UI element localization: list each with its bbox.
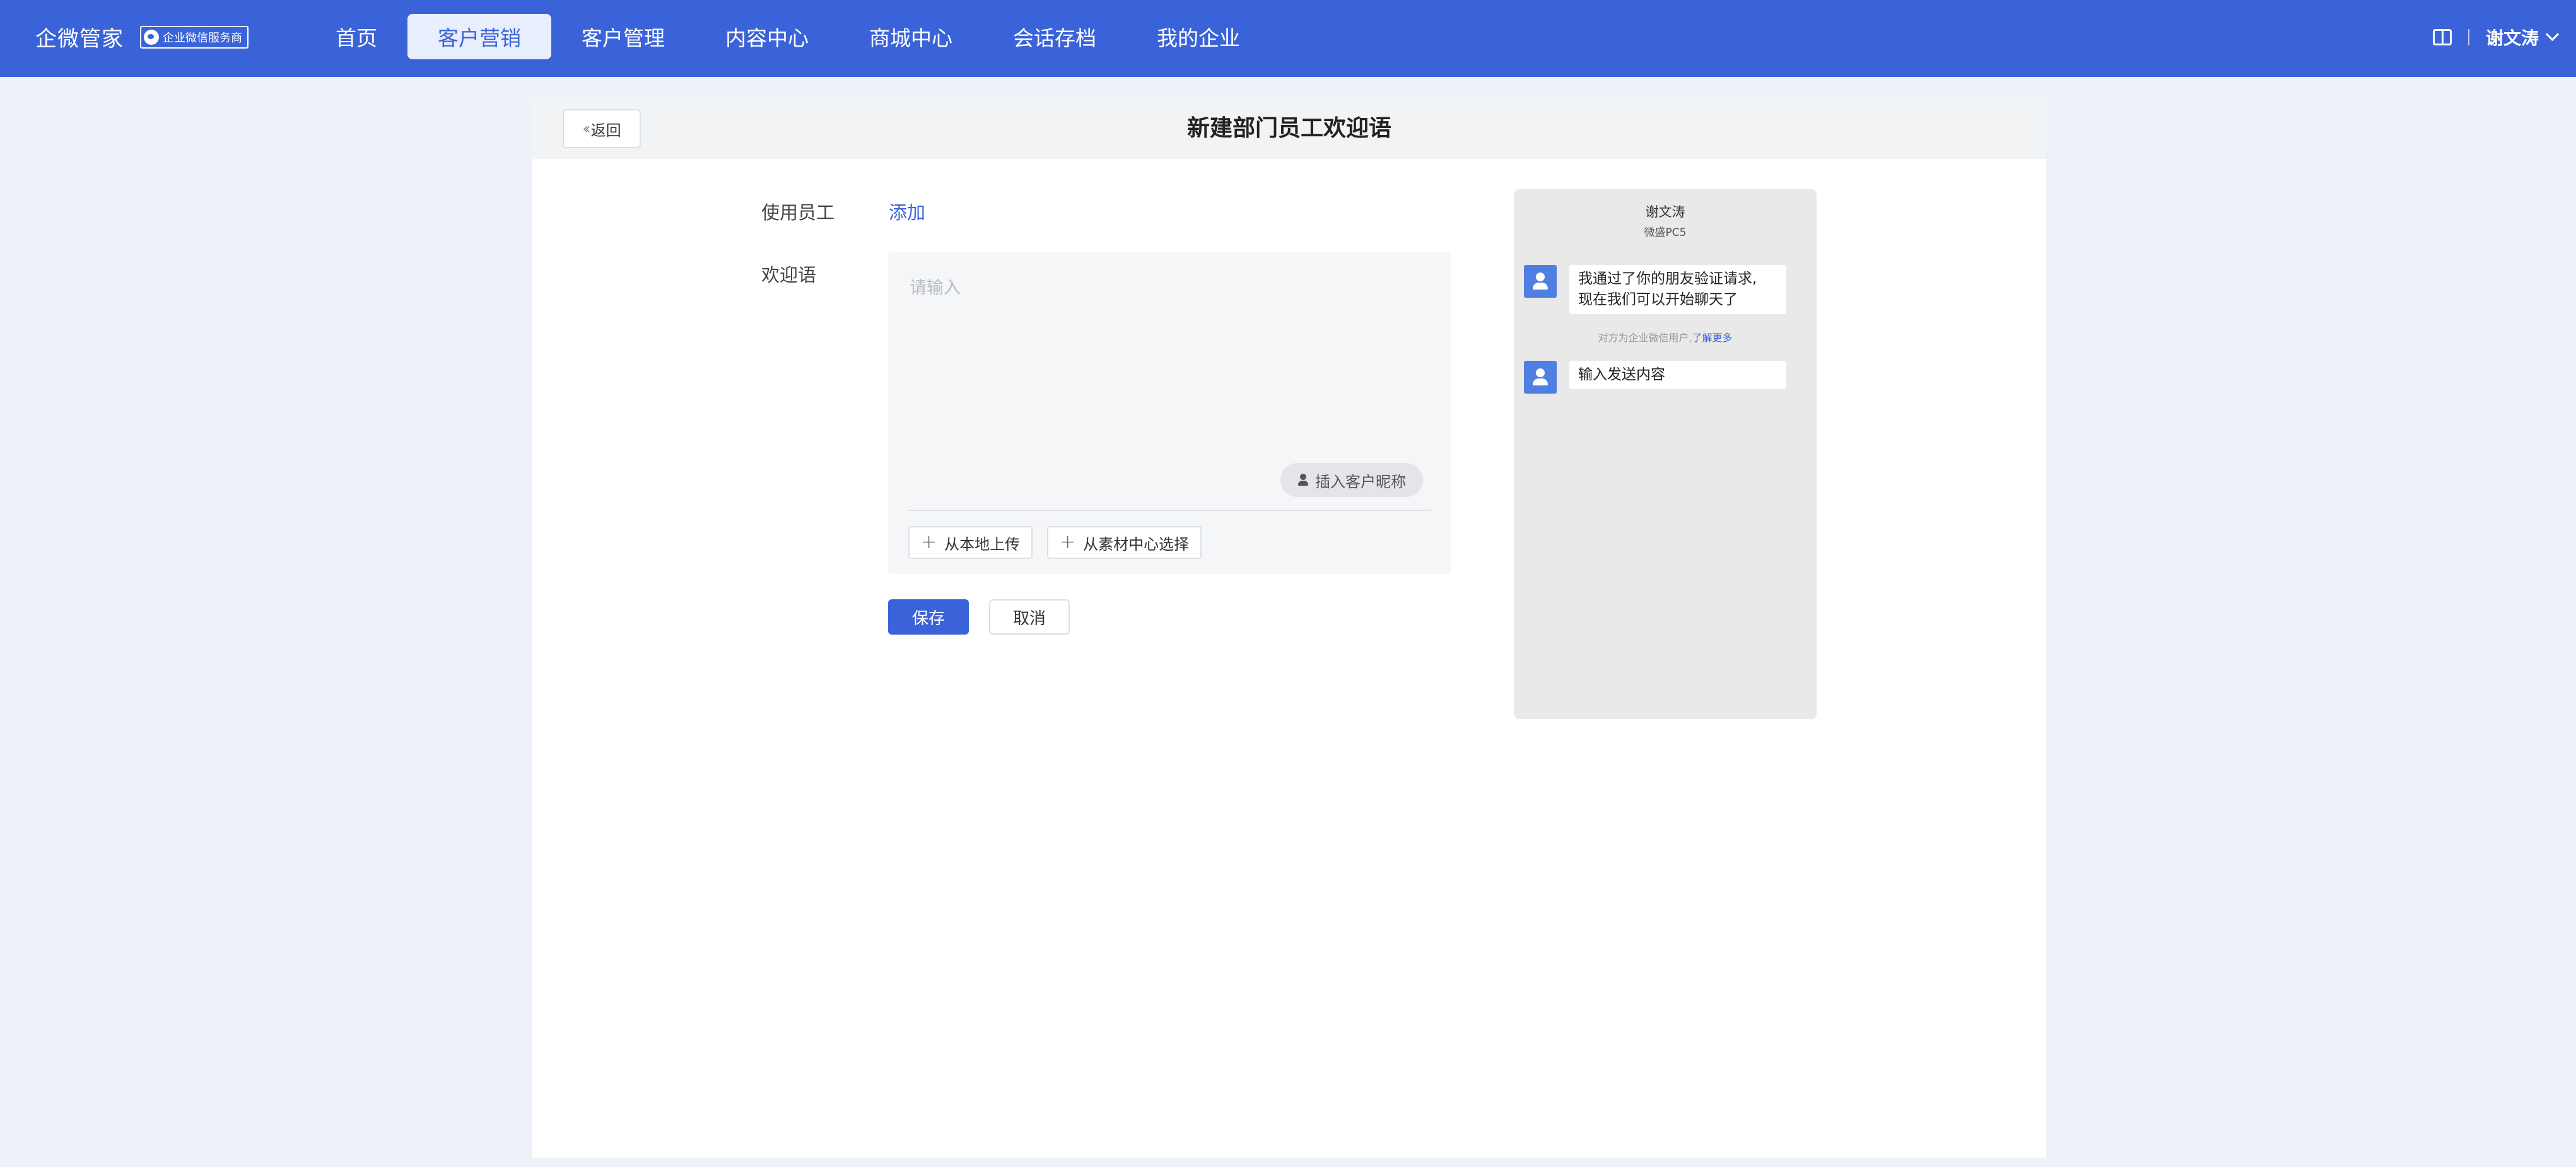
top-navigation-bar: 企微管家 企业微信服务商 首页 客户营销 客户管理 内容中心 商城中心 会话存档…: [0, 0, 2576, 77]
add-staff-link[interactable]: 添加: [889, 198, 925, 225]
wework-icon: [144, 29, 159, 45]
message-line: 现在我们可以开始聊天了: [1578, 291, 1738, 308]
badge-label: 企业微信服务商: [163, 31, 242, 45]
welcome-editor: 插入客户昵称 + 从本地上传 + 从素材中心选择: [888, 252, 1451, 574]
panel-header: 新建部门员工欢迎语 ‹‹ 返回: [532, 98, 2046, 159]
preview-note: 对方为企业微信用户,了解更多: [1514, 329, 1817, 344]
person-icon: [1297, 474, 1309, 486]
user-menu[interactable]: 谢文涛: [2486, 25, 2539, 50]
nav-customer-management[interactable]: 客户管理: [551, 14, 695, 59]
upload-local-label: 从本地上传: [944, 535, 1021, 553]
plus-icon: +: [921, 531, 937, 553]
message-line: 我通过了你的朋友验证请求,: [1578, 271, 1757, 287]
nav-chat-archive[interactable]: 会话存档: [983, 14, 1127, 59]
welcome-label: 欢迎语: [761, 264, 817, 286]
page-title: 新建部门员工欢迎语: [1186, 115, 1391, 141]
upload-material-label: 从素材中心选择: [1083, 535, 1190, 553]
note-text: 对方为企业微信用户,: [1598, 332, 1692, 344]
back-label: 返回: [590, 121, 621, 139]
nav-home[interactable]: 首页: [305, 14, 407, 59]
nav-mall-center[interactable]: 商城中心: [839, 14, 983, 59]
brand-name: 企微管家: [35, 26, 124, 52]
chevron-down-icon[interactable]: [2545, 27, 2560, 42]
divider: [2468, 28, 2469, 45]
upload-material-button[interactable]: + 从素材中心选择: [1047, 526, 1202, 559]
help-book-icon[interactable]: [2432, 28, 2452, 45]
nav-content-center[interactable]: 内容中心: [695, 14, 839, 59]
nav-customer-marketing[interactable]: 客户营销: [407, 14, 551, 59]
phone-preview: 谢文涛 微盛PC5 我通过了你的朋友验证请求, 现在我们可以开始聊天了 对方为企…: [1514, 189, 1817, 719]
editor-divider: [908, 510, 1431, 511]
brand: 企微管家 企业微信服务商: [35, 0, 249, 74]
insert-nickname-button[interactable]: 插入客户昵称: [1280, 463, 1423, 497]
plus-icon: +: [1060, 531, 1076, 553]
preview-welcome-message: 输入发送内容: [1569, 361, 1786, 389]
save-button[interactable]: 保存: [888, 599, 969, 635]
upload-local-button[interactable]: + 从本地上传: [908, 526, 1033, 559]
main-nav: 首页 客户营销 客户管理 内容中心 商城中心 会话存档 我的企业: [305, 14, 1270, 59]
avatar-icon: [1524, 361, 1557, 394]
preview-contact-name: 谢文涛: [1645, 204, 1685, 220]
welcome-input[interactable]: [888, 252, 1451, 467]
insert-nickname-label: 插入客户昵称: [1315, 472, 1406, 491]
double-chevron-left-icon: ‹‹: [582, 120, 590, 138]
nav-my-enterprise[interactable]: 我的企业: [1127, 14, 1270, 59]
user-area: 谢文涛: [2432, 0, 2560, 74]
cancel-button[interactable]: 取消: [989, 599, 1070, 635]
avatar-icon: [1524, 265, 1557, 298]
service-provider-badge: 企业微信服务商: [140, 25, 249, 49]
back-button[interactable]: ‹‹ 返回: [563, 109, 641, 148]
learn-more-link[interactable]: 了解更多: [1692, 332, 1733, 344]
staff-label: 使用员工: [761, 202, 835, 223]
preview-device: 微盛PC5: [1644, 226, 1687, 239]
preview-system-message: 我通过了你的朋友验证请求, 现在我们可以开始聊天了: [1569, 265, 1786, 314]
